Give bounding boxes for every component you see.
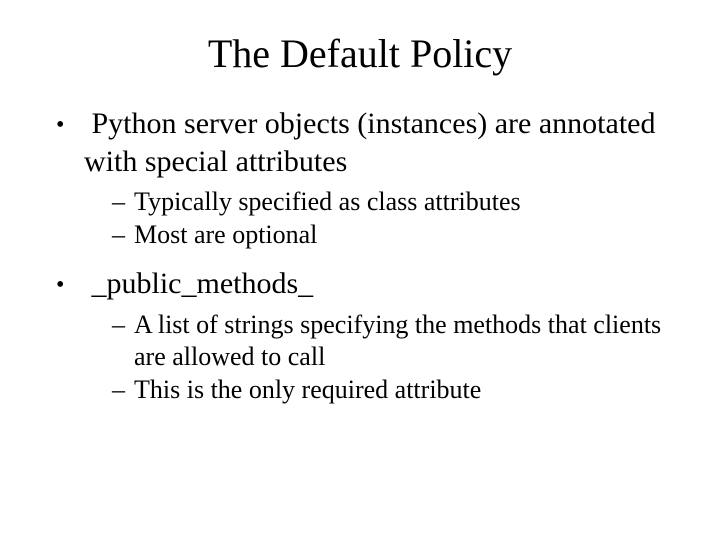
sub-bullet-list: A list of strings specifying the methods…: [84, 309, 672, 407]
sub-bullet-item: Typically specified as class attributes: [112, 186, 672, 219]
sub-bullet-item: Most are optional: [112, 219, 672, 252]
bullet-text: _public_methods_: [92, 267, 314, 300]
bullet-item: Python server objects (instances) are an…: [56, 105, 672, 251]
sub-bullet-item: A list of strings specifying the methods…: [112, 309, 672, 374]
sub-bullet-text: This is the only required attribute: [134, 375, 481, 404]
sub-bullet-list: Typically specified as class attributes …: [84, 186, 672, 251]
sub-bullet-text: A list of strings specifying the methods…: [134, 310, 661, 372]
bullet-item: _public_methods_ A list of strings speci…: [56, 265, 672, 406]
bullet-text: Python server objects (instances) are an…: [84, 107, 655, 178]
sub-bullet-text: Most are optional: [134, 220, 317, 249]
sub-bullet-text: Typically specified as class attributes: [134, 187, 521, 216]
bullet-list: Python server objects (instances) are an…: [48, 105, 672, 406]
sub-bullet-item: This is the only required attribute: [112, 374, 672, 407]
slide: The Default Policy Python server objects…: [0, 0, 720, 540]
slide-title: The Default Policy: [48, 30, 672, 77]
